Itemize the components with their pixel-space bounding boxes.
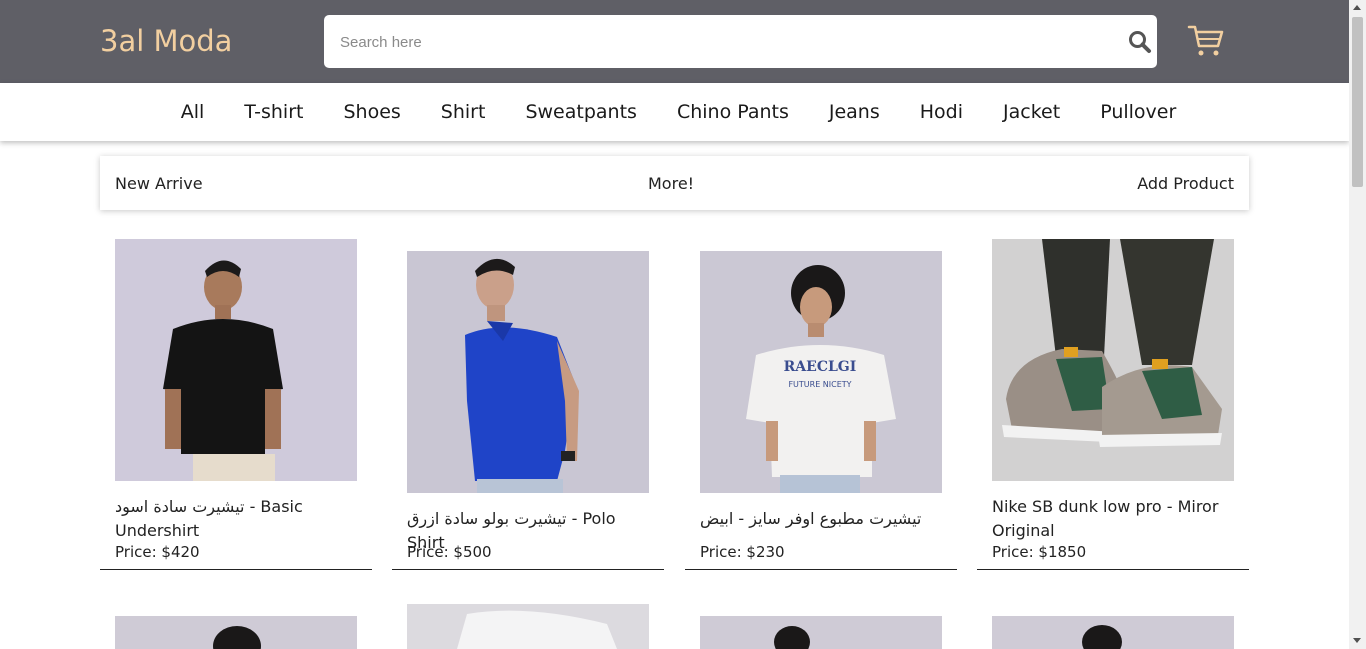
product-title: تيشيرت سادة اسود - Basic Undershirt [115, 497, 303, 540]
nav-item-tshirt[interactable]: T-shirt [244, 101, 303, 123]
more-link[interactable]: More! [648, 174, 694, 193]
product-card[interactable] [685, 604, 957, 649]
scrollbar-thumb[interactable] [1352, 17, 1363, 187]
product-card[interactable] [392, 604, 664, 649]
nav-item-hodi[interactable]: Hodi [920, 101, 963, 123]
scroll-up-icon[interactable] [1353, 5, 1361, 10]
product-image[interactable] [115, 616, 357, 649]
nav-item-chino-pants[interactable]: Chino Pants [677, 101, 789, 123]
product-card[interactable] [977, 604, 1249, 649]
product-image[interactable] [700, 616, 942, 649]
product-price: Price: $500 [407, 543, 492, 561]
new-arrive-link[interactable]: New Arrive [115, 174, 203, 193]
product-image[interactable]: RAECLGI FUTURE NICETY [700, 251, 942, 493]
nav-item-all[interactable]: All [181, 101, 205, 123]
nav-item-shoes[interactable]: Shoes [343, 101, 400, 123]
scroll-down-icon[interactable] [1353, 638, 1361, 643]
nav-item-jeans[interactable]: Jeans [829, 101, 880, 123]
product-price: Price: $1850 [992, 543, 1087, 561]
product-card[interactable]: تيشيرت سادة اسود - Basic Undershirt Pric… [100, 239, 372, 570]
nav-item-shirt[interactable]: Shirt [441, 101, 486, 123]
product-image[interactable] [115, 239, 357, 481]
product-price: Price: $420 [115, 543, 200, 561]
nav-item-pullover[interactable]: Pullover [1100, 101, 1176, 123]
svg-text:RAECLGI: RAECLGI [784, 359, 857, 375]
product-image[interactable] [407, 604, 649, 649]
cart-icon[interactable] [1187, 24, 1225, 58]
category-nav: All T-shirt Shoes Shirt Sweatpants Chino… [0, 83, 1349, 141]
svg-text:FUTURE NICETY: FUTURE NICETY [788, 380, 851, 389]
add-product-link[interactable]: Add Product [1137, 174, 1234, 193]
product-card[interactable] [100, 604, 372, 649]
page-scrollbar[interactable] [1349, 0, 1366, 649]
product-card[interactable]: تيشيرت بولو سادة ازرق - Polo Shirt Price… [392, 239, 664, 570]
top-header: 3al Moda [0, 0, 1349, 83]
search-bar [324, 15, 1157, 70]
product-image[interactable] [992, 239, 1234, 481]
product-price: Price: $230 [700, 543, 785, 561]
nav-item-jacket[interactable]: Jacket [1003, 101, 1060, 123]
brand-logo[interactable]: 3al Moda [100, 24, 232, 58]
product-image[interactable] [407, 251, 649, 493]
product-card[interactable]: Nike SB dunk low pro - Miror Original Pr… [977, 239, 1249, 570]
product-image[interactable] [992, 616, 1234, 649]
search-input[interactable] [338, 15, 1122, 70]
product-title: Nike SB dunk low pro - Miror Original [992, 497, 1219, 540]
action-bar: New Arrive More! Add Product [100, 156, 1249, 210]
product-card[interactable]: RAECLGI FUTURE NICETY تيشيرت مطبوع اوفر … [685, 239, 957, 570]
product-title: تيشيرت مطبوع اوفر سايز - ابيض [700, 509, 922, 528]
search-icon[interactable] [1127, 29, 1153, 55]
nav-item-sweatpants[interactable]: Sweatpants [525, 101, 636, 123]
